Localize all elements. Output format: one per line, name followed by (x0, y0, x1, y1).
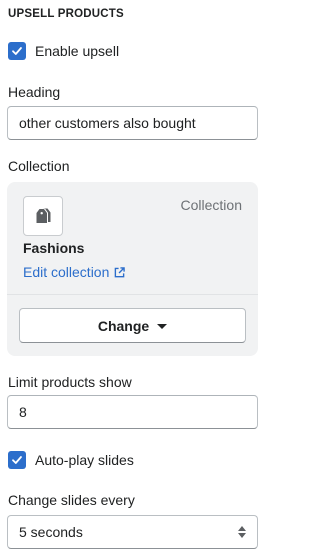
autoplay-checkbox[interactable]: Auto-play slides (8, 451, 134, 469)
slides-interval-label: Change slides every (8, 492, 135, 508)
collection-tags-icon (23, 196, 63, 236)
collection-card: Collection Fashions Edit collection Chan… (7, 182, 258, 356)
caret-down-icon (157, 323, 168, 329)
heading-input[interactable]: other customers also bought (7, 106, 258, 140)
slides-interval-select[interactable]: 5 seconds (7, 515, 258, 549)
change-collection-button[interactable]: Change (19, 308, 246, 343)
heading-input-value: other customers also bought (19, 115, 196, 131)
autoplay-label: Auto-play slides (35, 452, 134, 468)
enable-upsell-checkbox[interactable]: Enable upsell (8, 42, 119, 60)
checkmark-icon[interactable] (8, 42, 26, 60)
section-title: UPSELL PRODUCTS (8, 8, 124, 20)
limit-products-label: Limit products show (8, 374, 132, 390)
limit-products-value: 8 (19, 404, 27, 420)
edit-collection-link[interactable]: Edit collection (23, 264, 126, 280)
collection-label: Collection (8, 158, 70, 174)
limit-products-input[interactable]: 8 (7, 395, 258, 429)
collection-type-label: Collection (180, 197, 242, 213)
collection-name: Fashions (23, 240, 85, 256)
edit-collection-label: Edit collection (23, 264, 110, 280)
slides-interval-value: 5 seconds (19, 524, 83, 540)
external-link-icon (115, 266, 126, 277)
checkmark-icon[interactable] (8, 451, 26, 469)
select-arrows-icon (238, 526, 246, 538)
change-button-label: Change (97, 317, 150, 334)
heading-label: Heading (8, 84, 61, 100)
card-divider (7, 294, 258, 295)
enable-upsell-label: Enable upsell (35, 43, 120, 59)
